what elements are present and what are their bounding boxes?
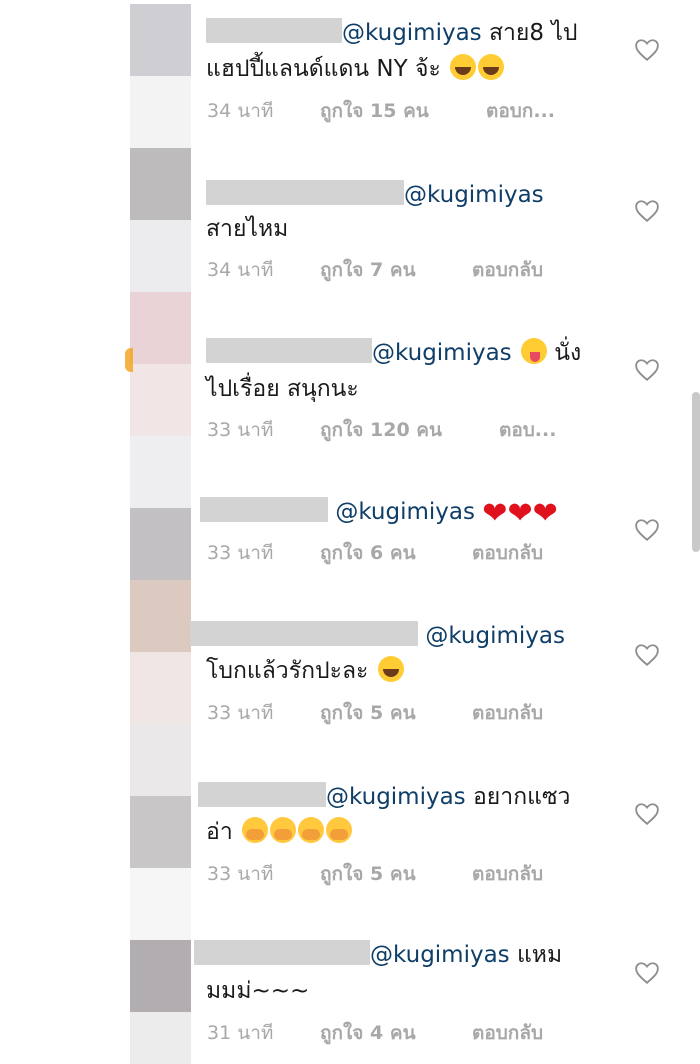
scrollbar[interactable]: [692, 392, 700, 552]
comment-text-line-1: @kugimiyas: [206, 180, 544, 210]
likes-count[interactable]: ถูกใจ 5 คน: [320, 701, 416, 725]
mention-link[interactable]: @kugimiyas: [370, 942, 510, 968]
username-blurred[interactable]: [198, 782, 326, 807]
username-blurred[interactable]: [206, 338, 372, 363]
squinting-tongue-emoji-icon: [520, 338, 547, 364]
avatar[interactable]: [130, 148, 191, 220]
avatar[interactable]: [130, 580, 191, 652]
username-blurred[interactable]: [200, 497, 328, 522]
red-heart-emoji-icon: ❤: [482, 496, 508, 531]
avatar[interactable]: [130, 940, 191, 1012]
reply-button[interactable]: ตอบกลับ: [472, 258, 543, 282]
comment-text: นั่ง: [546, 340, 582, 366]
heart-outline-icon[interactable]: [634, 961, 660, 985]
hand-over-mouth-emoji-icon: [270, 817, 297, 843]
comment-text: สายไหม: [206, 216, 289, 242]
comment-text: แฮปปี้แลนด์แดน NY จ้ะ: [206, 56, 441, 82]
comment-text-line-2: ไปเรื่อย สนุกนะ: [206, 374, 359, 404]
comment-time: 33 นาที: [207, 702, 274, 724]
comment-time: 33 นาที: [207, 419, 274, 441]
comment-text: ไปเรื่อย สนุกนะ: [206, 376, 359, 402]
comment-text-line-1: @kugimiyas อยากแซว: [198, 782, 570, 812]
mention-link[interactable]: @kugimiyas: [372, 340, 512, 366]
likes-count[interactable]: ถูกใจ 5 คน: [320, 862, 416, 886]
comment-text: อ่า: [206, 819, 233, 845]
avatar-column: [130, 0, 191, 1064]
reply-button[interactable]: ตอบกลับ: [472, 862, 543, 886]
comment-time: 31 นาที: [207, 1022, 274, 1044]
comment-time: 33 นาที: [207, 542, 274, 564]
likes-count[interactable]: ถูกใจ 120 คน: [320, 418, 442, 442]
hand-over-mouth-emoji-icon: [326, 817, 353, 843]
avatar-blur: [130, 220, 191, 292]
comment-time: 33 นาที: [207, 863, 274, 885]
comment-text-line-1: @kugimiyas ❤❤❤: [200, 497, 558, 529]
heart-outline-icon[interactable]: [634, 199, 660, 223]
avatar-blur: [130, 364, 191, 436]
comment-text-line-2: แฮปปี้แลนด์แดน NY จ้ะ: [206, 54, 505, 84]
likes-count[interactable]: ถูกใจ 4 คน: [320, 1021, 416, 1045]
mention-link[interactable]: @kugimiyas: [404, 182, 544, 208]
comment-text-line-2: โบกแล้วรักปะละ: [206, 656, 404, 686]
comment-text-line-1: @kugimiyas นั่ง: [206, 338, 581, 368]
comment-time: 34 นาที: [207, 100, 274, 122]
tears-of-joy-emoji-icon: [377, 656, 404, 682]
comment-text-line-2: อ่า: [206, 817, 353, 847]
avatar-blur: [130, 76, 191, 148]
heart-outline-icon[interactable]: [634, 358, 660, 382]
username-blurred[interactable]: [206, 18, 342, 43]
avatar-blur: [130, 436, 191, 508]
likes-count[interactable]: ถูกใจ 7 คน: [320, 258, 416, 282]
red-heart-emoji-icon: ❤: [532, 496, 558, 531]
likes-count[interactable]: ถูกใจ 15 คน: [320, 99, 429, 123]
comment-text-line-2: มมม่~~~: [206, 976, 309, 1006]
hand-over-mouth-emoji-icon: [242, 817, 269, 843]
avatar-blur: [130, 724, 191, 796]
username-blurred[interactable]: [190, 621, 418, 646]
heart-outline-icon[interactable]: [634, 518, 660, 542]
username-blurred[interactable]: [206, 180, 404, 205]
avatar-blur: [130, 1012, 191, 1064]
reply-button[interactable]: ตอบกลับ: [472, 701, 543, 725]
laughing-emoji-icon: [450, 54, 477, 80]
avatar-blur: [130, 868, 191, 940]
red-heart-emoji-icon: ❤: [507, 496, 533, 531]
comment-text-line-1: @kugimiyas แหม: [194, 940, 562, 970]
avatar[interactable]: [130, 4, 191, 76]
comment-text-line-1: @kugimiyas: [190, 621, 565, 651]
reply-button[interactable]: ตอบกลับ: [472, 1021, 543, 1045]
comment-time: 34 นาที: [207, 259, 274, 281]
mention-link[interactable]: @kugimiyas: [335, 499, 475, 525]
comment-text-line-2: สายไหม: [206, 214, 288, 244]
comment-text: อยากแซว: [465, 784, 571, 810]
mention-link[interactable]: @kugimiyas: [326, 784, 466, 810]
comment-text: แหม: [509, 942, 563, 968]
heart-outline-icon[interactable]: [634, 802, 660, 826]
reply-button[interactable]: ตอบ...: [499, 418, 556, 442]
comment-text: สาย8 ไป: [481, 20, 578, 46]
reply-button[interactable]: ตอบกลับ: [472, 541, 543, 565]
reply-button[interactable]: ตอบก...: [486, 99, 555, 123]
comment-text: โบกแล้วรักปะละ: [206, 658, 369, 684]
mention-link[interactable]: @kugimiyas: [342, 20, 482, 46]
comment-text: มมม่~~~: [206, 978, 310, 1004]
avatar[interactable]: [130, 508, 191, 580]
heart-outline-icon[interactable]: [634, 643, 660, 667]
comment-text-line-1: @kugimiyas สาย8 ไป: [206, 18, 578, 48]
hand-over-mouth-emoji-icon: [298, 817, 325, 843]
avatar[interactable]: [130, 796, 191, 868]
likes-count[interactable]: ถูกใจ 6 คน: [320, 541, 416, 565]
avatar[interactable]: [130, 292, 191, 364]
tears-of-joy-emoji-icon: [478, 54, 505, 80]
avatar-blur: [130, 652, 191, 724]
mention-link[interactable]: @kugimiyas: [425, 623, 565, 649]
username-blurred[interactable]: [194, 940, 370, 965]
heart-outline-icon[interactable]: [634, 38, 660, 62]
story-ring-fragment: [125, 348, 133, 372]
